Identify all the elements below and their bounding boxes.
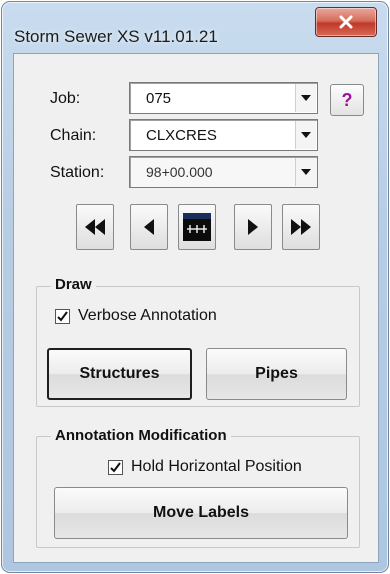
first-station-button[interactable] bbox=[76, 204, 114, 250]
hold-horizontal-position-checkbox[interactable] bbox=[108, 460, 123, 475]
verbose-annotation-checkbox[interactable] bbox=[55, 309, 70, 324]
annotation-modification-title: Annotation Modification bbox=[51, 427, 231, 444]
help-button[interactable]: ? bbox=[330, 84, 364, 116]
next-station-button[interactable] bbox=[234, 204, 272, 250]
hold-horizontal-position-label[interactable]: Hold Horizontal Position bbox=[131, 458, 302, 476]
chevron-down-icon[interactable] bbox=[295, 121, 316, 149]
verbose-annotation-label[interactable]: Verbose Annotation bbox=[78, 307, 217, 325]
move-labels-button[interactable]: Move Labels bbox=[54, 487, 348, 539]
job-label: Job: bbox=[50, 90, 81, 107]
select-station-button[interactable] bbox=[178, 204, 216, 250]
app-window: Storm Sewer XS v11.01.21 Job: 075 ? Chai… bbox=[1, 1, 389, 573]
chevron-down-icon[interactable] bbox=[295, 84, 316, 112]
checkmark-icon bbox=[57, 311, 68, 322]
job-value: 075 bbox=[146, 90, 172, 107]
chevron-down-icon[interactable] bbox=[295, 158, 316, 186]
close-button[interactable] bbox=[315, 7, 377, 37]
title-bar[interactable]: Storm Sewer XS v11.01.21 bbox=[2, 2, 388, 52]
last-icon bbox=[291, 219, 311, 235]
job-dropdown[interactable]: 075 bbox=[129, 82, 318, 114]
station-dropdown[interactable]: 98+00.000 bbox=[129, 156, 318, 188]
station-value: 98+00.000 bbox=[146, 164, 213, 180]
previous-icon bbox=[144, 219, 154, 235]
close-icon bbox=[339, 15, 353, 29]
pipes-button[interactable]: Pipes bbox=[206, 348, 347, 400]
dialog-body: Job: 075 ? Chain: CLXCRES Station: 98+00… bbox=[13, 53, 379, 563]
first-icon bbox=[85, 219, 105, 235]
structures-button[interactable]: Structures bbox=[47, 348, 192, 400]
station-label: Station: bbox=[50, 164, 105, 181]
draw-group-title: Draw bbox=[51, 276, 96, 293]
select-station-icon bbox=[183, 213, 211, 241]
chain-value: CLXCRES bbox=[146, 127, 217, 144]
chain-label: Chain: bbox=[50, 127, 97, 144]
checkmark-icon bbox=[110, 462, 121, 473]
window-title: Storm Sewer XS v11.01.21 bbox=[14, 27, 218, 46]
chain-dropdown[interactable]: CLXCRES bbox=[129, 119, 318, 151]
last-station-button[interactable] bbox=[282, 204, 320, 250]
previous-station-button[interactable] bbox=[130, 204, 168, 250]
next-icon bbox=[248, 219, 258, 235]
